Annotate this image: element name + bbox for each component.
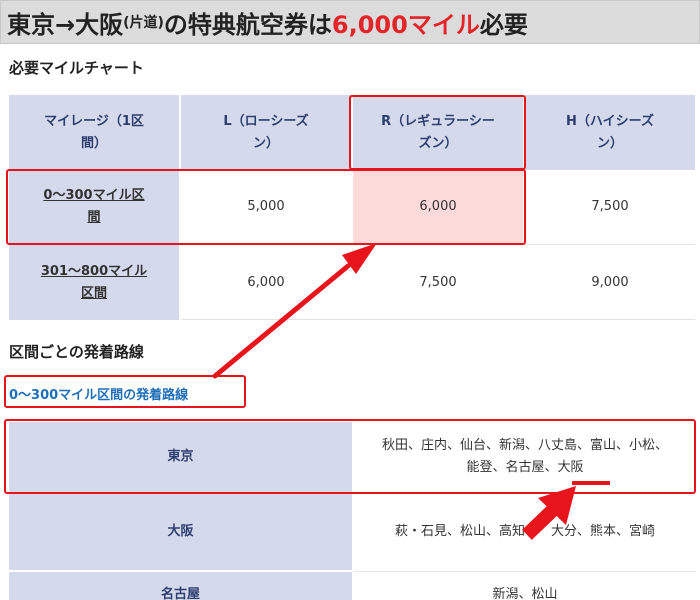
arrow-to-osaka-icon xyxy=(522,486,576,540)
annotation-arrows xyxy=(212,243,576,540)
arrow-to-regular-fare-icon xyxy=(212,243,377,379)
